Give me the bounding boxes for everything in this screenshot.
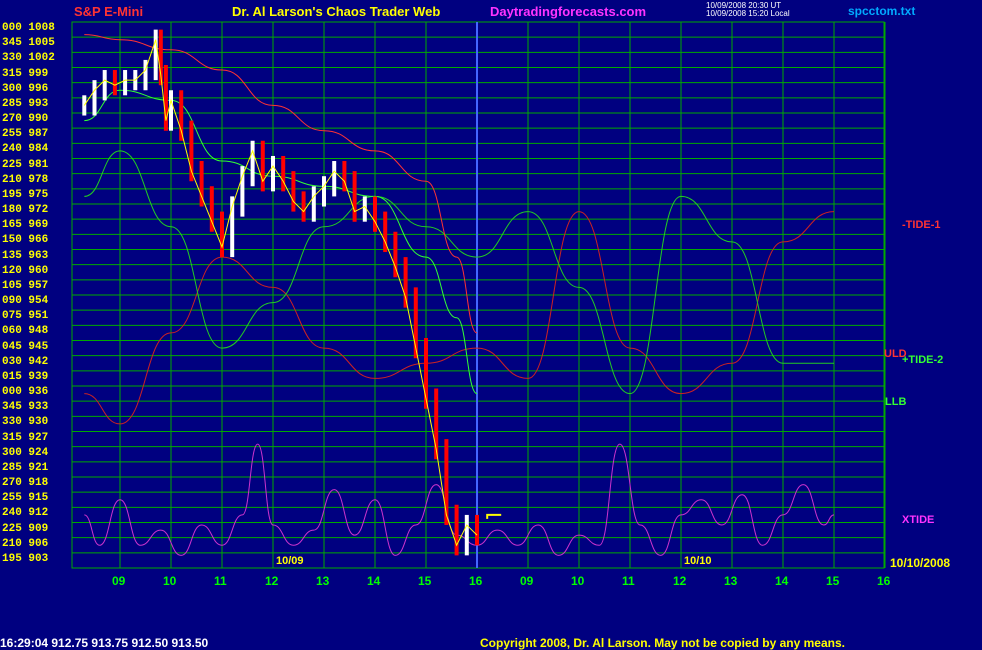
y-tick-label: 345 933 xyxy=(2,401,49,414)
y-tick-label: 300 996 xyxy=(2,82,49,95)
x-tick-label: 14 xyxy=(775,574,789,588)
x-tick-label: 12 xyxy=(265,574,279,588)
y-tick-label: 000 936 xyxy=(2,386,49,398)
x-tick-label: 15 xyxy=(418,574,432,588)
y-tick-label: 255 915 xyxy=(2,492,49,505)
chart-title: Dr. Al Larson's Chaos Trader Web xyxy=(232,4,441,19)
site-link[interactable]: Daytradingforecasts.com xyxy=(490,4,646,19)
x-tick-label: 13 xyxy=(724,574,738,588)
llb-label: LLB xyxy=(885,396,907,408)
x-tick-label: 14 xyxy=(367,574,381,588)
x-tick-label: 13 xyxy=(316,574,330,588)
y-tick-label: 270 990 xyxy=(2,113,49,125)
y-tick-label: 300 924 xyxy=(2,446,49,459)
x-tick-label: 12 xyxy=(673,574,687,588)
instrument-title: S&P E-Mini xyxy=(74,4,144,19)
x-tick-label: 09 xyxy=(112,574,126,588)
date-label-2: 10/10 xyxy=(684,555,712,567)
tide1-label: -TIDE-1 xyxy=(902,219,941,231)
x-tick-label: 11 xyxy=(214,574,227,588)
copyright-notice: Copyright 2008, Dr. Al Larson. May not b… xyxy=(480,636,845,650)
y-tick-label: 150 966 xyxy=(2,234,49,247)
y-tick-label: 210 906 xyxy=(2,537,49,550)
x-tick-label: 16 xyxy=(877,574,891,588)
y-tick-label: 015 939 xyxy=(2,370,49,383)
y-tick-label: 045 945 xyxy=(2,340,49,353)
y-tick-label: 135 963 xyxy=(2,249,49,262)
y-tick-label: 285 993 xyxy=(2,97,49,110)
date-label-3: 10/10/2008 xyxy=(890,556,951,570)
y-tick-label: 225 981 xyxy=(2,158,49,171)
y-tick-label: 330 1002 xyxy=(2,52,55,65)
xtide-label: XTIDE xyxy=(902,514,935,526)
y-tick-label: 000 1008 xyxy=(2,22,55,34)
y-tick-label: 030 942 xyxy=(2,355,49,368)
x-tick-label: 16 xyxy=(469,574,483,588)
y-tick-label: 075 951 xyxy=(2,310,49,323)
y-tick-label: 315 927 xyxy=(2,431,49,444)
y-tick-label: 105 957 xyxy=(2,279,49,292)
y-tick-label: 240 912 xyxy=(2,507,49,520)
y-tick-label: 165 969 xyxy=(2,219,49,232)
x-tick-label: 10 xyxy=(163,574,177,588)
y-tick-label: 180 972 xyxy=(2,204,49,216)
y-tick-label: 285 921 xyxy=(2,461,49,474)
data-file-label: spcctom.txt xyxy=(848,4,916,18)
y-tick-label: 195 903 xyxy=(2,552,49,565)
y-tick-label: 330 930 xyxy=(2,416,49,429)
y-tick-label: 090 954 xyxy=(2,295,49,307)
y-tick-label: 255 987 xyxy=(2,128,49,141)
y-tick-label: 315 999 xyxy=(2,67,49,80)
chaos-chart xyxy=(0,0,982,650)
date-label-1: 10/09 xyxy=(276,555,304,567)
y-tick-label: 210 978 xyxy=(2,173,49,186)
x-tick-label: 09 xyxy=(520,574,534,588)
y-tick-label: 195 975 xyxy=(2,188,49,201)
quote-line: 16:29:04 912.75 913.75 912.50 913.50 xyxy=(0,636,209,650)
y-tick-label: 240 984 xyxy=(2,143,49,156)
y-tick-label: 270 918 xyxy=(2,477,49,489)
x-tick-label: 11 xyxy=(622,574,635,588)
x-tick-label: 10 xyxy=(571,574,585,588)
y-tick-label: 345 1005 xyxy=(2,37,55,50)
x-tick-label: 15 xyxy=(826,574,840,588)
y-tick-label: 225 909 xyxy=(2,522,49,535)
y-tick-label: 060 948 xyxy=(2,325,49,338)
timestamp-local: 10/09/2008 15:20 Local xyxy=(706,9,790,18)
y-tick-label: 120 960 xyxy=(2,264,49,277)
tide2-label: +TIDE-2 xyxy=(902,354,944,366)
